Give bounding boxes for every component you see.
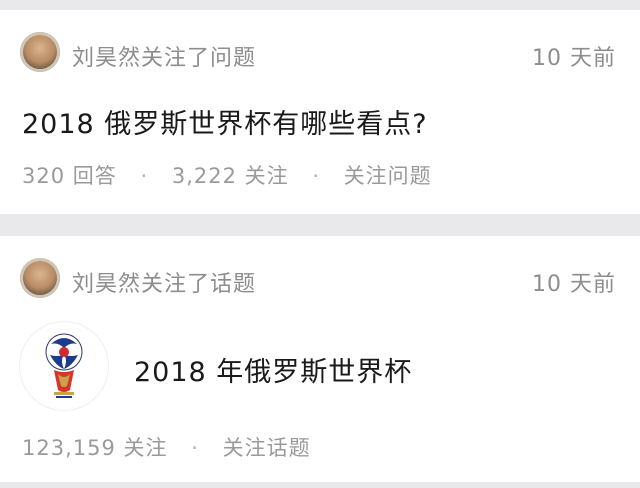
activity-text[interactable]: 刘昊然关注了问题 [72,40,256,72]
feed-card-topic[interactable]: 刘昊然关注了话题 10 天前 2018 年俄罗斯世界杯 123,159 关注 ·… [0,236,640,482]
feed-card-question[interactable]: 刘昊然关注了问题 10 天前 2018 俄罗斯世界杯有哪些看点? 320 回答 … [0,10,640,214]
topic-meta: 123,159 关注 · 关注话题 [22,432,311,462]
meta-separator: · [140,164,149,188]
question-meta: 320 回答 · 3,222 关注 · 关注问题 [22,160,432,190]
activity-text[interactable]: 刘昊然关注了话题 [72,266,256,298]
follower-count: 3,222 关注 [171,164,289,188]
follow-topic-button[interactable]: 关注话题 [223,436,311,460]
user-avatar-icon[interactable] [20,32,60,72]
timestamp: 10 天前 [532,272,616,297]
answer-count[interactable]: 320 回答 [22,164,117,188]
meta-separator: · [312,164,320,188]
world-cup-trophy-icon[interactable] [20,322,108,410]
follow-question-button[interactable]: 关注问题 [344,164,432,188]
topic-title[interactable]: 2018 年俄罗斯世界杯 [134,350,412,389]
meta-separator: · [191,436,199,460]
user-avatar-icon[interactable] [20,258,60,298]
timestamp: 10 天前 [532,46,616,71]
question-title[interactable]: 2018 俄罗斯世界杯有哪些看点? [22,102,428,141]
follower-count: 123,159 关注 [22,436,168,460]
